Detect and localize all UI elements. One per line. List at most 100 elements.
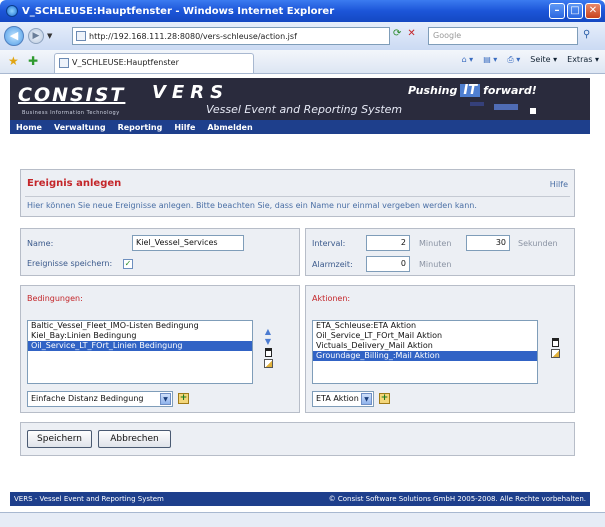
tab-page-icon [59, 58, 69, 68]
address-bar: ◀ ▶ ▼ http://192.168.111.28:8080/vers-sc… [0, 22, 605, 50]
main-menu: Home Verwaltung Reporting Hilfe Abmelden [10, 120, 590, 134]
menu-abmelden[interactable]: Abmelden [201, 123, 258, 132]
page-header-panel: Ereignis anlegen Hilfe Hier können Sie n… [20, 169, 575, 217]
conditions-list[interactable]: Baltic_Vessel_Fleet_IMO-Listen Bedingung… [27, 320, 253, 384]
delete-icon[interactable] [551, 338, 559, 347]
slogan: Pushing IT forward! [408, 84, 537, 97]
header-decoration [470, 102, 484, 106]
minimize-button[interactable]: – [549, 3, 565, 19]
conditions-tools: ▲ ▼ [263, 328, 273, 368]
slogan-post: forward! [483, 84, 537, 97]
search-icon[interactable]: ⚲ [583, 29, 590, 40]
move-down-icon[interactable]: ▼ [265, 338, 271, 346]
chevron-down-icon[interactable]: ▼ [361, 393, 372, 405]
page-menu-label: Seite [530, 55, 551, 64]
header-decoration [530, 108, 536, 114]
interval-seconds-field[interactable]: 30 [466, 235, 510, 251]
app-header: CONSIST Business Information Technology … [10, 78, 590, 120]
page-title: Ereignis anlegen [27, 178, 122, 189]
forward-button[interactable]: ▶ [28, 28, 44, 44]
conditions-panel: Bedingungen: Baltic_Vessel_Fleet_IMO-Lis… [20, 285, 300, 413]
alarm-unit: Minuten [419, 260, 452, 269]
vers-subtitle: Vessel Event and Reporting System [206, 103, 403, 116]
edit-icon[interactable] [263, 359, 273, 368]
actions-list[interactable]: ETA_Schleuse:ETA Aktion Oil_Service_LT_F… [312, 320, 538, 384]
action-type-select[interactable]: ETA Aktion ▼ [312, 391, 374, 407]
url-input[interactable]: http://192.168.111.28:8080/vers-schleuse… [72, 27, 390, 45]
divider [25, 196, 570, 197]
menu-verwaltung[interactable]: Verwaltung [48, 123, 112, 132]
tab-title: V_SCHLEUSE:Hauptfenster [72, 58, 179, 67]
favorites-bar: ★ ✚ V_SCHLEUSE:Hauptfenster ⌂ ▾ ▤ ▾ ⎙ ▾ … [0, 50, 605, 74]
consist-logo: CONSIST [18, 84, 126, 106]
consist-tagline: Business Information Technology [22, 110, 120, 116]
menu-hilfe[interactable]: Hilfe [168, 123, 201, 132]
save-events-label: Ereignisse speichern: [27, 259, 113, 268]
name-panel: Name: Kiel_Vessel_Services Ereignisse sp… [20, 228, 300, 276]
interval-minutes-field[interactable]: 2 [366, 235, 410, 251]
edit-icon[interactable] [550, 349, 560, 358]
url-text: http://192.168.111.28:8080/vers-schleuse… [89, 31, 297, 41]
chevron-down-icon[interactable]: ▼ [160, 393, 171, 405]
interval-label: Interval: [312, 239, 346, 248]
condition-type-select[interactable]: Einfache Distanz Bedingung ▼ [27, 391, 173, 407]
stop-icon[interactable]: ✕ [407, 28, 415, 39]
save-button[interactable]: Speichern [27, 430, 92, 448]
slogan-it: IT [460, 84, 481, 97]
delete-icon[interactable] [264, 348, 272, 357]
refresh-icon[interactable]: ⟳ [393, 28, 401, 39]
list-item[interactable]: ETA_Schleuse:ETA Aktion [313, 321, 537, 331]
button-panel: Speichern Abbrechen [20, 422, 575, 456]
menu-reporting[interactable]: Reporting [112, 123, 169, 132]
list-item[interactable]: Victuals_Delivery_Mail Aktion [313, 341, 537, 351]
back-button[interactable]: ◀ [4, 26, 24, 46]
save-events-checkbox[interactable]: ✓ [123, 259, 133, 269]
add-condition-icon[interactable]: + [178, 393, 189, 404]
condition-type-value: Einfache Distanz Bedingung [31, 394, 144, 403]
browser-tab[interactable]: V_SCHLEUSE:Hauptfenster [54, 53, 254, 73]
search-input[interactable]: Google [428, 27, 578, 45]
actions-panel: Aktionen: ETA_Schleuse:ETA Aktion Oil_Se… [305, 285, 575, 413]
content-area: Ereignis anlegen Hilfe Hier können Sie n… [10, 135, 590, 487]
tools-menu[interactable]: Extras ▾ [567, 55, 599, 65]
page-menu[interactable]: Seite ▾ [530, 55, 557, 65]
list-item[interactable]: Baltic_Vessel_Fleet_IMO-Listen Bedingung [28, 321, 252, 331]
window-title: V_SCHLEUSE:Hauptfenster - Windows Intern… [22, 5, 335, 17]
favorites-star-icon[interactable]: ★ [8, 54, 19, 68]
menu-home[interactable]: Home [10, 123, 48, 132]
seconds-unit: Sekunden [518, 239, 558, 248]
vers-logo: VERS [152, 82, 230, 103]
page-icon [76, 31, 86, 41]
name-label: Name: [27, 239, 54, 248]
print-icon[interactable]: ⎙ ▾ [507, 55, 520, 65]
list-item[interactable]: Groundage_Billing_:Mail Aktion [313, 351, 537, 361]
header-decoration [494, 104, 518, 110]
help-link[interactable]: Hilfe [550, 180, 568, 189]
ie-icon [6, 5, 18, 17]
page-hint: Hier können Sie neue Ereignisse anlegen.… [27, 201, 477, 210]
actions-label: Aktionen: [312, 294, 351, 303]
add-action-icon[interactable]: + [379, 393, 390, 404]
alarm-label: Alarmzeit: [312, 260, 353, 269]
move-up-icon[interactable]: ▲ [265, 328, 271, 336]
status-bar [0, 512, 605, 527]
page-footer: VERS - Vessel Event and Reporting System… [10, 492, 590, 506]
close-button[interactable]: ✕ [585, 3, 601, 19]
actions-tools [550, 338, 560, 358]
list-item[interactable]: Oil_Service_LT_FOrt_Mail Aktion [313, 331, 537, 341]
interval-panel: Interval: 2 Minuten 30 Sekunden Alarmzei… [305, 228, 575, 276]
list-item[interactable]: Oil_Service_LT_FOrt_Linien Bedingung [28, 341, 252, 351]
footer-product: VERS - Vessel Event and Reporting System [14, 495, 164, 503]
feeds-icon[interactable]: ▤ ▾ [483, 55, 497, 65]
cancel-button[interactable]: Abbrechen [98, 430, 171, 448]
history-dropdown-icon[interactable]: ▼ [47, 32, 52, 40]
alarm-minutes-field[interactable]: 0 [366, 256, 410, 272]
list-item[interactable]: Kiel_Bay:Linien Bedingung [28, 331, 252, 341]
add-favorite-icon[interactable]: ✚ [28, 54, 38, 68]
tools-menu-label: Extras [567, 55, 593, 64]
name-field[interactable]: Kiel_Vessel_Services [132, 235, 244, 251]
home-icon[interactable]: ⌂ ▾ [462, 55, 474, 65]
conditions-label: Bedingungen: [27, 294, 83, 303]
window-titlebar: V_SCHLEUSE:Hauptfenster - Windows Intern… [0, 0, 605, 22]
maximize-button[interactable]: □ [567, 3, 583, 19]
